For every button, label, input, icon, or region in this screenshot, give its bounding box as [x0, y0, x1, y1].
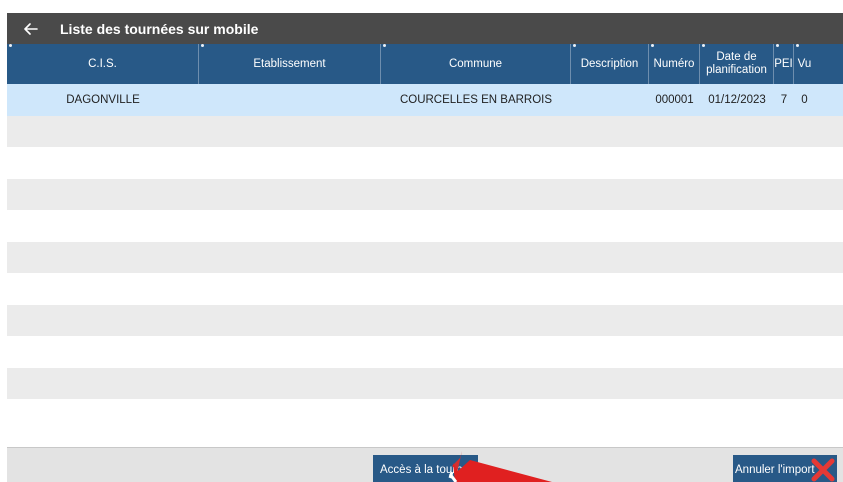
table-body: DAGONVILLE COURCELLES EN BARROIS 000001 01/… — [7, 84, 843, 447]
table-row[interactable]: DAGONVILLE COURCELLES EN BARROIS 000001 01/… — [7, 84, 843, 116]
column-header-label: Description — [580, 57, 639, 70]
empty-table-row — [7, 115, 843, 147]
cell-vu: 0 — [801, 93, 808, 106]
empty-table-row — [7, 399, 843, 431]
cell-date-planification: 01/12/2023 — [708, 93, 766, 106]
column-header-pei[interactable]: PEI — [774, 44, 794, 84]
column-header-description[interactable]: Description — [571, 44, 649, 84]
sort-indicator-icon — [9, 44, 12, 47]
sort-indicator-icon — [651, 44, 654, 47]
footer-bar: Accès à la tournée Annuler l'import — [7, 447, 843, 482]
sort-indicator-icon — [201, 44, 204, 47]
sort-indicator-icon — [796, 44, 799, 47]
table-header: C.I.S. Etablissement Commune Description Num… — [7, 44, 843, 84]
sort-indicator-icon — [702, 44, 705, 47]
empty-table-row — [7, 273, 843, 305]
column-header-label: Vu — [797, 57, 812, 70]
close-x-icon — [811, 458, 835, 482]
sort-indicator-icon — [383, 44, 386, 47]
empty-table-row — [7, 241, 843, 273]
column-header-cis[interactable]: C.I.S. — [7, 44, 199, 84]
empty-table-row — [7, 210, 843, 242]
empty-table-row — [7, 336, 843, 368]
app-bar: Liste des tournées sur mobile — [7, 13, 843, 44]
cancel-import-button[interactable]: Annuler l'import — [733, 455, 837, 482]
column-header-etablissement[interactable]: Etablissement — [199, 44, 381, 84]
column-header-label: PEI — [774, 57, 793, 70]
arrow-left-icon[interactable] — [20, 18, 42, 40]
column-header-label: Etablissement — [253, 57, 326, 70]
cancel-import-label: Annuler l'import — [735, 464, 815, 476]
page-title: Liste des tournées sur mobile — [60, 20, 259, 37]
empty-table-row — [7, 367, 843, 399]
sort-indicator-icon — [573, 44, 576, 47]
column-header-commune[interactable]: Commune — [381, 44, 571, 84]
cell-pei: 7 — [780, 93, 788, 106]
column-header-label: Commune — [448, 57, 503, 70]
cell-description — [571, 84, 649, 116]
column-header-label: Numéro — [653, 57, 695, 70]
column-header-label: C.I.S. — [88, 57, 117, 70]
column-header-numero[interactable]: Numéro — [649, 44, 700, 84]
column-header-date-planification[interactable]: Date de planification — [700, 44, 774, 84]
cell-cis: DAGONVILLE — [66, 93, 140, 106]
cell-etablissement — [199, 84, 381, 116]
access-tour-label: Accès à la tournée — [380, 464, 476, 476]
column-header-label: Date de planification — [706, 51, 767, 76]
access-tour-button[interactable]: Accès à la tournée — [373, 455, 478, 482]
cell-numero: 000001 — [655, 93, 694, 106]
cell-commune: COURCELLES EN BARROIS — [399, 93, 553, 106]
empty-table-row — [7, 304, 843, 336]
empty-table-row — [7, 178, 843, 210]
empty-table-row — [7, 147, 843, 179]
sort-indicator-icon — [776, 44, 779, 47]
column-header-vu[interactable]: Vu — [794, 44, 815, 84]
